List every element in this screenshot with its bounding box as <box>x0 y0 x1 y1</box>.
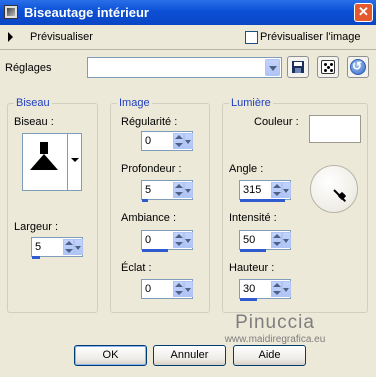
bevel-group: Biseau Biseau : Largeur : 5 <box>7 97 98 313</box>
shininess-label: Éclat : <box>121 262 152 274</box>
cancel-button[interactable]: Annuler <box>153 345 226 366</box>
preview-row: Prévisualiser Prévisualiser l'image <box>0 25 376 50</box>
expand-preview-icon[interactable] <box>8 32 13 42</box>
image-group: Image Régularité : 0 Profondeur : 5 Ambi… <box>110 97 210 313</box>
light-color-swatch[interactable] <box>309 115 361 143</box>
width-value[interactable]: 5 <box>35 241 41 253</box>
width-spinner[interactable]: 5 <box>31 237 83 259</box>
chevron-down-icon[interactable] <box>184 182 193 198</box>
smoothness-label: Régularité : <box>121 116 178 128</box>
chevron-down-icon[interactable] <box>74 239 83 255</box>
random-dice-icon <box>321 60 335 74</box>
spin-up-down-icon[interactable] <box>173 281 184 297</box>
help-button[interactable]: Aide <box>233 345 306 366</box>
angle-spinner[interactable]: 315 <box>239 180 291 202</box>
bevel-shape-picker[interactable] <box>22 133 82 191</box>
angle-dial-icon[interactable] <box>310 165 358 213</box>
chevron-down-icon[interactable] <box>282 232 291 248</box>
ambience-value[interactable]: 0 <box>145 234 151 246</box>
chevron-down-icon[interactable] <box>282 182 291 198</box>
intensity-value[interactable]: 50 <box>243 234 255 246</box>
chevron-down-icon[interactable] <box>184 133 193 149</box>
shininess-value[interactable]: 0 <box>145 283 151 295</box>
intensity-label: Intensité : <box>229 212 277 224</box>
spin-up-down-icon[interactable] <box>173 133 184 149</box>
smoothness-spinner[interactable]: 0 <box>141 131 193 151</box>
light-group: Lumière Couleur : Angle : 315 Intensité … <box>222 97 368 313</box>
elevation-label: Hauteur : <box>229 262 275 274</box>
presets-label: Réglages <box>5 62 52 74</box>
preview-image-checkbox[interactable] <box>245 31 258 44</box>
reset-button[interactable] <box>347 56 369 78</box>
shininess-spinner[interactable]: 0 <box>141 279 193 299</box>
window-title: Biseautage intérieur <box>24 5 149 20</box>
width-slider-fill[interactable] <box>32 256 40 259</box>
spin-up-down-icon[interactable] <box>173 182 184 198</box>
close-button[interactable]: ✕ <box>354 3 373 22</box>
save-preset-icon <box>292 61 304 73</box>
chevron-down-icon[interactable] <box>265 59 280 76</box>
angle-value[interactable]: 315 <box>243 184 261 196</box>
color-label: Couleur : <box>254 116 299 128</box>
elevation-slider-fill[interactable] <box>240 298 257 301</box>
ambience-label: Ambiance : <box>121 212 177 224</box>
depth-label: Profondeur : <box>121 163 182 175</box>
intensity-spinner[interactable]: 50 <box>239 230 291 252</box>
chevron-down-icon[interactable] <box>184 281 193 297</box>
title-bar: Biseautage intérieur ✕ <box>0 0 376 25</box>
depth-value[interactable]: 5 <box>145 184 151 196</box>
width-label: Largeur : <box>14 221 59 233</box>
chevron-down-icon[interactable] <box>67 134 81 190</box>
presets-combobox[interactable] <box>87 57 282 78</box>
watermark-url: www.maidiregrafica.eu <box>224 334 326 345</box>
random-button[interactable] <box>317 56 339 78</box>
app-icon <box>4 5 18 19</box>
intensity-slider-fill[interactable] <box>240 249 266 252</box>
preview-image-label[interactable]: Prévisualiser l'image <box>260 31 361 43</box>
image-group-title: Image <box>117 97 152 109</box>
elevation-value[interactable]: 30 <box>243 283 255 295</box>
ambience-spinner[interactable]: 0 <box>141 230 193 252</box>
save-preset-button[interactable] <box>287 56 309 78</box>
bevel-group-title: Biseau <box>14 97 52 109</box>
spin-up-down-icon[interactable] <box>63 239 74 255</box>
angle-label: Angle : <box>229 163 264 175</box>
light-group-title: Lumière <box>229 97 273 109</box>
chevron-down-icon[interactable] <box>282 281 291 297</box>
ambience-slider-fill[interactable] <box>142 249 168 252</box>
bevel-shape-icon <box>40 142 48 154</box>
smoothness-value[interactable]: 0 <box>145 135 151 147</box>
spin-up-down-icon[interactable] <box>271 232 282 248</box>
spin-up-down-icon[interactable] <box>271 281 282 297</box>
angle-slider-fill[interactable] <box>240 199 285 202</box>
elevation-spinner[interactable]: 30 <box>239 279 291 301</box>
preview-label[interactable]: Prévisualiser <box>30 31 93 43</box>
reset-icon <box>350 59 366 75</box>
spin-up-down-icon[interactable] <box>271 182 282 198</box>
ok-button[interactable]: OK <box>74 345 147 366</box>
chevron-down-icon[interactable] <box>184 232 193 248</box>
watermark: Pinuccia www.maidiregrafica.eu <box>205 312 345 345</box>
spin-up-down-icon[interactable] <box>173 232 184 248</box>
presets-row: Réglages <box>0 52 376 82</box>
depth-spinner[interactable]: 5 <box>141 180 193 202</box>
depth-slider-fill[interactable] <box>142 199 148 202</box>
bevel-label: Biseau : <box>14 116 54 128</box>
watermark-name: Pinuccia <box>235 312 315 333</box>
